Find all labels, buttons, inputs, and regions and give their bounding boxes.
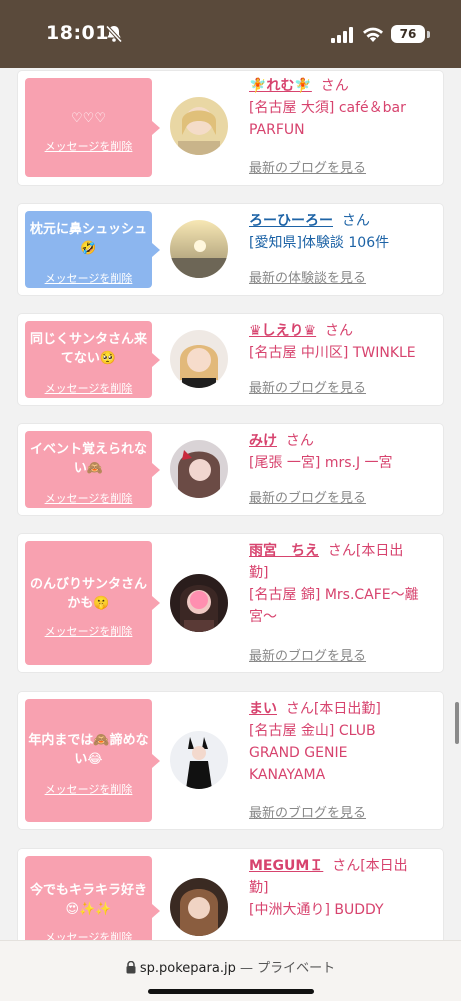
shop-line: [愛知県]体験談 106件 bbox=[249, 235, 390, 251]
message-card: のんびりサンタさんかも🤫 メッセージを削除 雨宮 ちえ さん[本日出 勤] [名… bbox=[18, 534, 443, 672]
honorific: さん[本日出 bbox=[332, 858, 408, 874]
honorific: さん[本日出勤] bbox=[285, 701, 381, 717]
delete-message-link[interactable]: メッセージを削除 bbox=[25, 623, 152, 639]
message-text: 今でもキラキラ好き😍✨✨ bbox=[29, 883, 147, 917]
honorific-line: 勤] bbox=[249, 565, 269, 581]
scrollbar[interactable] bbox=[455, 702, 459, 744]
home-indicator[interactable] bbox=[148, 989, 314, 994]
status-time: 18:01 bbox=[46, 22, 109, 44]
message-card: イベント覚えられない🙈 メッセージを削除 みけ さん [尾張 一宮] mrs.J… bbox=[18, 424, 443, 515]
message-text: ♡♡♡ bbox=[71, 111, 106, 126]
latest-review-link[interactable]: 最新の体験談を見る bbox=[249, 267, 366, 286]
message-bubble: 同じくサンタさん来てない🥺 メッセージを削除 bbox=[25, 321, 160, 398]
message-text: 同じくサンタさん来てない🥺 bbox=[29, 332, 147, 366]
message-bubble: のんびりサンタさんかも🤫 メッセージを削除 bbox=[25, 541, 160, 665]
profile-info: 雨宮 ちえ さん[本日出 勤] [名古屋 錦] Mrs.CAFE〜離 宮〜 bbox=[249, 540, 437, 628]
shop-line: GRAND GENIE bbox=[249, 745, 348, 761]
profile-name-link[interactable]: みけ bbox=[249, 433, 277, 449]
url-display[interactable]: sp.pokepara.jp — プライベート bbox=[0, 957, 461, 976]
latest-blog-link[interactable]: 最新のブログを見る bbox=[249, 645, 366, 664]
message-text: 年内までは🙈諦めない😂 bbox=[28, 733, 149, 767]
avatar[interactable] bbox=[170, 440, 228, 498]
message-text: イベント覚えられない🙈 bbox=[29, 442, 147, 476]
shop-line: [名古屋 錦] Mrs.CAFE〜離 bbox=[249, 587, 419, 603]
profile-info: まい さん[本日出勤] [名古屋 金山] CLUB GRAND GENIE KA… bbox=[249, 698, 437, 786]
honorific: さん[本日出 bbox=[327, 543, 404, 559]
shop-line: [名古屋 金山] CLUB bbox=[249, 723, 376, 739]
delete-message-link[interactable]: メッセージを削除 bbox=[25, 138, 152, 154]
profile-info: ♛しえり♛ さん [名古屋 中川区] TWINKLE bbox=[249, 320, 437, 364]
message-bubble: 枕元に鼻シュッシュ🤣 メッセージを削除 bbox=[25, 211, 160, 288]
avatar[interactable] bbox=[170, 731, 228, 789]
message-card: 同じくサンタさん来てない🥺 メッセージを削除 ♛しえり♛ さん [名古屋 中川区… bbox=[18, 314, 443, 405]
profile-info: 🧚れむ🧚 さん [名古屋 大須] café＆bar PARFUN bbox=[249, 75, 437, 141]
url-domain: sp.pokepara.jp bbox=[139, 961, 236, 976]
shop-line: [名古屋 大須] café＆bar bbox=[249, 100, 406, 116]
battery-icon: 76 bbox=[391, 25, 425, 43]
profile-name-link[interactable]: まい bbox=[249, 701, 277, 717]
profile-name-link[interactable]: MEGUMＩ bbox=[249, 858, 323, 874]
delete-message-link[interactable]: メッセージを削除 bbox=[25, 781, 152, 797]
message-card: 枕元に鼻シュッシュ🤣 メッセージを削除 ろーひーろー さん [愛知県]体験談 1… bbox=[18, 204, 443, 295]
shop-line: KANAYAMA bbox=[249, 767, 326, 783]
profile-name-link[interactable]: ろーひーろー bbox=[249, 213, 333, 229]
latest-blog-link[interactable]: 最新のブログを見る bbox=[249, 802, 366, 821]
url-separator: — bbox=[239, 961, 253, 976]
latest-blog-link[interactable]: 最新のブログを見る bbox=[249, 157, 366, 176]
message-bubble: 年内までは🙈諦めない😂 メッセージを削除 bbox=[25, 699, 160, 822]
honorific: さん bbox=[325, 323, 354, 339]
avatar[interactable] bbox=[170, 97, 228, 155]
shop-line: [尾張 一宮] mrs.J 一宮 bbox=[249, 455, 393, 471]
url-bar[interactable]: sp.pokepara.jp — プライベート bbox=[0, 940, 461, 1001]
avatar[interactable] bbox=[170, 330, 228, 388]
message-bubble: ♡♡♡ メッセージを削除 bbox=[25, 78, 160, 177]
shop-line: [名古屋 中川区] TWINKLE bbox=[249, 345, 416, 361]
avatar[interactable] bbox=[170, 878, 228, 936]
message-card: 年内までは🙈諦めない😂 メッセージを削除 まい さん[本日出勤] [名古屋 金山… bbox=[18, 692, 443, 829]
message-text: 枕元に鼻シュッシュ🤣 bbox=[29, 222, 147, 256]
bell-slash-icon bbox=[105, 25, 123, 43]
delete-message-link[interactable]: メッセージを削除 bbox=[25, 270, 152, 286]
honorific: さん bbox=[320, 78, 349, 94]
message-bubble: イベント覚えられない🙈 メッセージを削除 bbox=[25, 431, 160, 508]
delete-message-link[interactable]: メッセージを削除 bbox=[25, 380, 152, 396]
shop-line: [中洲大通り] BUDDY bbox=[249, 902, 384, 918]
profile-info: ろーひーろー さん [愛知県]体験談 106件 bbox=[249, 210, 437, 254]
honorific: さん bbox=[341, 213, 370, 229]
profile-name-link[interactable]: 雨宮 ちえ bbox=[249, 543, 319, 559]
shop-line: PARFUN bbox=[249, 122, 305, 138]
wifi-icon bbox=[363, 27, 383, 42]
avatar[interactable] bbox=[170, 220, 228, 278]
profile-info: MEGUMＩ さん[本日出 勤] [中洲大通り] BUDDY bbox=[249, 855, 437, 921]
delete-message-link[interactable]: メッセージを削除 bbox=[25, 490, 152, 506]
message-card: ♡♡♡ メッセージを削除 🧚れむ🧚 さん [名古屋 大須] café＆bar P… bbox=[18, 71, 443, 185]
honorific: さん bbox=[285, 433, 314, 449]
honorific-line: 勤] bbox=[249, 880, 269, 896]
latest-blog-link[interactable]: 最新のブログを見る bbox=[249, 377, 366, 396]
lock-icon bbox=[126, 961, 136, 974]
private-label: プライベート bbox=[257, 961, 336, 976]
latest-blog-link[interactable]: 最新のブログを見る bbox=[249, 487, 366, 506]
status-bar: 18:01 76 bbox=[0, 0, 461, 68]
message-text: のんびりサンタさんかも🤫 bbox=[29, 577, 147, 611]
battery-tip bbox=[427, 31, 430, 38]
profile-name-link[interactable]: 🧚れむ🧚 bbox=[249, 78, 312, 94]
signal-icon bbox=[331, 27, 353, 43]
profile-info: みけ さん [尾張 一宮] mrs.J 一宮 bbox=[249, 430, 437, 474]
profile-name-link[interactable]: ♛しえり♛ bbox=[249, 323, 316, 339]
shop-line: 宮〜 bbox=[249, 609, 277, 625]
avatar[interactable] bbox=[170, 574, 228, 632]
